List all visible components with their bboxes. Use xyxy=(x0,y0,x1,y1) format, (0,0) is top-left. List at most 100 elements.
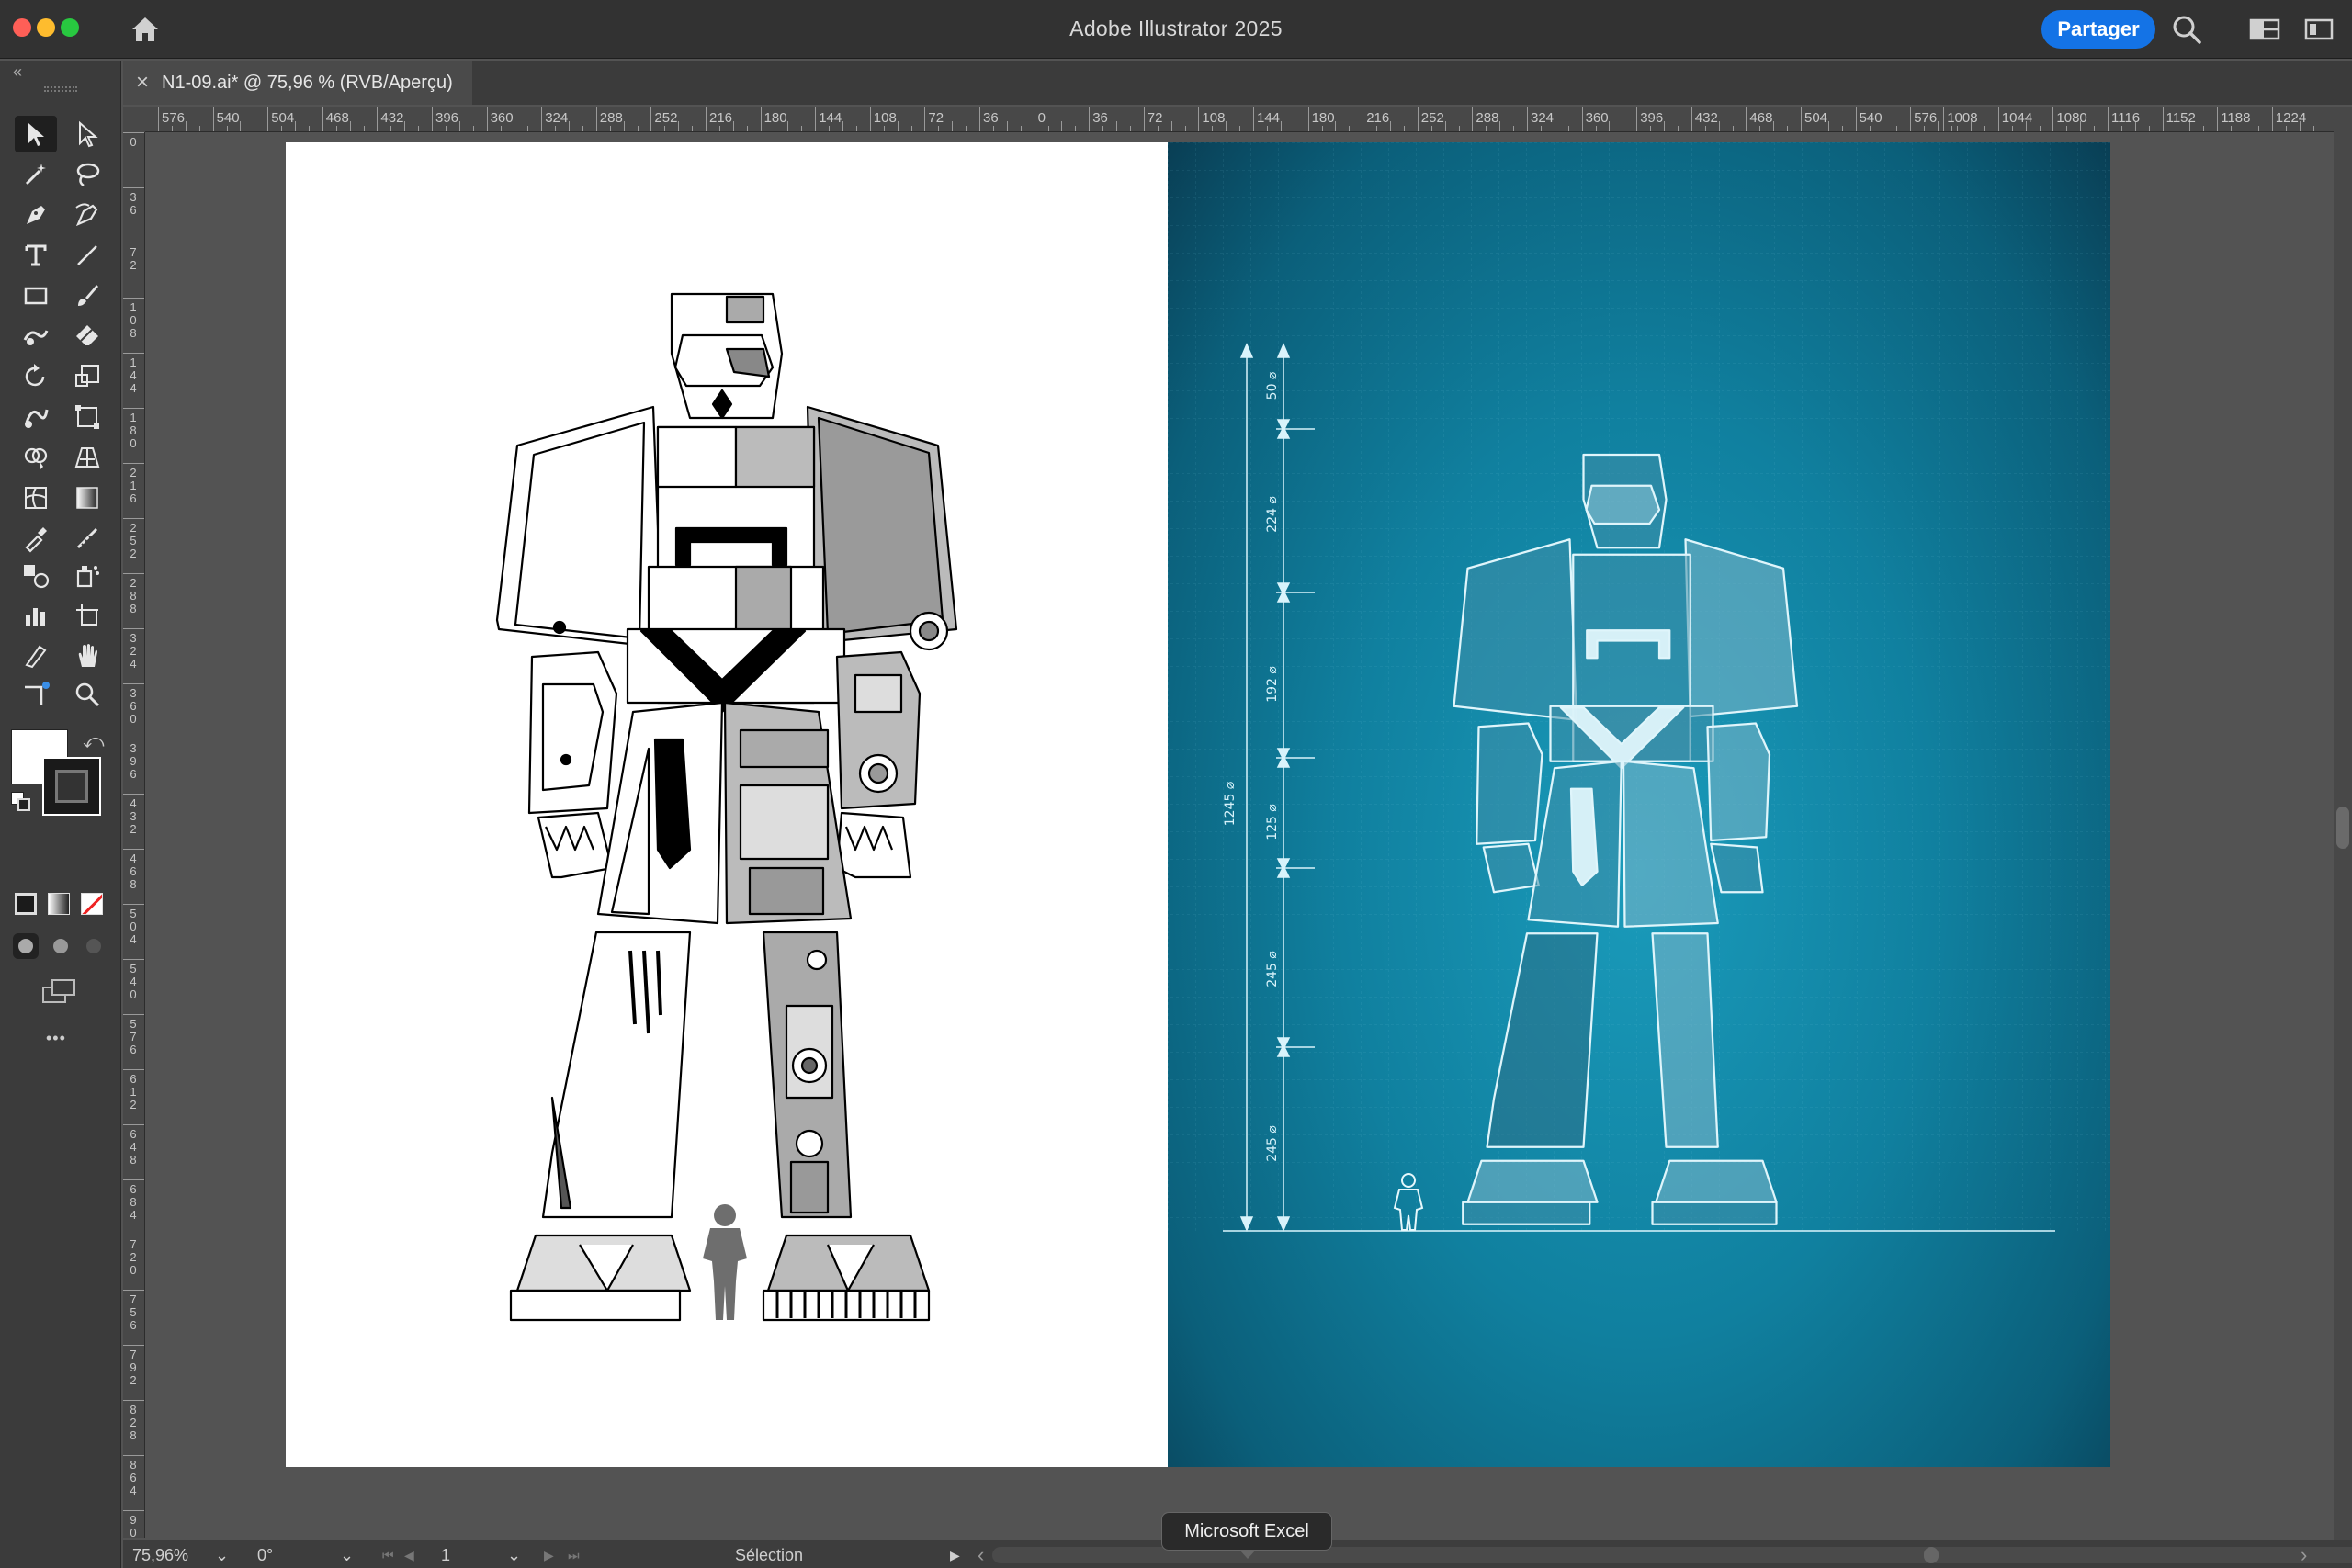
collapse-panel-icon[interactable]: « xyxy=(13,62,22,82)
rotation-dropdown-icon[interactable]: ⌄ xyxy=(340,1544,358,1566)
share-button[interactable]: Partager xyxy=(2041,10,2155,49)
dimension-segment-1: 50 ⌀ xyxy=(1265,371,1280,400)
next-artboard-icon[interactable]: ▶ xyxy=(544,1544,554,1566)
ruler-minor-tick xyxy=(1951,126,1952,131)
selection-tool-icon xyxy=(28,123,44,146)
vertical-ruler[interactable]: 0 36 72 108 144 180 216 252 288 324 360 396 432 468 50… xyxy=(123,132,145,1538)
ruler-tick-mark xyxy=(1997,107,1999,131)
stroke-swatch[interactable] xyxy=(42,757,101,816)
window-close-button[interactable] xyxy=(13,18,31,37)
ruler-tick-mark xyxy=(2108,107,2109,131)
window-minimize-button[interactable] xyxy=(37,18,55,37)
ruler-minor-tick xyxy=(226,126,228,131)
ruler-origin[interactable] xyxy=(123,107,145,132)
draw-behind-icon[interactable] xyxy=(48,933,74,959)
artboard-tool-button[interactable] xyxy=(66,597,108,634)
document-tab[interactable]: × N1-09.ai* @ 75,96 % (RVB/Aperçu) xyxy=(123,61,472,105)
blueprint-drawing: 1245 ⌀ 50 ⌀ 224 ⌀ 192 ⌀ 125 ⌀ 245 ⌀ 245 … xyxy=(1168,142,2110,1232)
ruler-minor-tick xyxy=(418,126,420,131)
measure-tool-button[interactable] xyxy=(66,520,108,557)
rotate-tool-button[interactable] xyxy=(15,358,57,395)
perspective-grid-tool-button[interactable] xyxy=(66,439,108,476)
gradient-tool-button[interactable] xyxy=(66,479,108,516)
blend-tool-button[interactable] xyxy=(15,557,57,593)
screen-mode-icon[interactable] xyxy=(42,979,77,1005)
scroll-right-icon[interactable]: › xyxy=(2301,1543,2307,1566)
curvature-tool-button[interactable] xyxy=(66,197,108,233)
workspace-switcher-button[interactable] xyxy=(2249,17,2280,42)
slice-tool-button[interactable] xyxy=(15,637,57,674)
canvas-area[interactable]: 1245 ⌀ 50 ⌀ 224 ⌀ 192 ⌀ 125 ⌀ 245 ⌀ 245 … xyxy=(145,132,2334,1538)
artboard-number-field[interactable]: 1 xyxy=(441,1544,514,1566)
ruler-tick-label: 576 xyxy=(162,110,186,126)
first-artboard-icon[interactable]: ⏮ xyxy=(382,1544,394,1566)
last-artboard-icon[interactable]: ⏭ xyxy=(568,1544,580,1566)
ruler-minor-tick xyxy=(1239,126,1241,131)
panel-grip[interactable] xyxy=(44,86,77,92)
mesh-tool-button[interactable] xyxy=(15,479,57,516)
ruler-minor-tick xyxy=(582,126,583,131)
ruler-tick-mark xyxy=(1307,107,1309,131)
ruler-tick-mark xyxy=(123,1069,144,1070)
hand-tool-button[interactable] xyxy=(66,637,108,674)
workspace-grid-icon xyxy=(2249,18,2280,40)
ruler-tick-mark xyxy=(1943,107,1945,131)
window-maximize-button[interactable] xyxy=(61,18,79,37)
type-tool-button[interactable] xyxy=(15,237,57,274)
warp-tool-button[interactable] xyxy=(15,399,57,435)
horizontal-scroll-thumb[interactable] xyxy=(1924,1547,1939,1563)
direct-selection-tool-icon xyxy=(79,120,98,148)
scroll-left-icon[interactable]: ‹ xyxy=(978,1543,984,1566)
lasso-tool-button[interactable] xyxy=(66,156,108,193)
ruler-tick-label: 468 xyxy=(1749,110,1773,126)
ruler-minor-tick xyxy=(1718,121,1720,131)
artboard-blueprint[interactable]: 1245 ⌀ 50 ⌀ 224 ⌀ 192 ⌀ 125 ⌀ 245 ⌀ 245 … xyxy=(1168,142,2110,1467)
ruler-minor-tick xyxy=(678,121,680,131)
ruler-minor-tick xyxy=(295,121,296,131)
zoom-tool-button[interactable] xyxy=(66,676,108,713)
vertical-scrollbar[interactable] xyxy=(2334,107,2352,1540)
rectangle-tool-button[interactable] xyxy=(15,277,57,314)
ruler-minor-tick xyxy=(1773,121,1775,131)
ruler-minor-tick xyxy=(1677,126,1679,131)
free-transform-tool-button[interactable] xyxy=(66,399,108,435)
previous-artboard-icon[interactable]: ◀ xyxy=(404,1544,414,1566)
status-menu-icon[interactable]: ▶ xyxy=(950,1544,960,1566)
ruler-tick-mark xyxy=(760,107,762,131)
color-mode-icon[interactable] xyxy=(15,893,37,915)
ruler-tick-mark xyxy=(1472,107,1474,131)
eyedropper-tool-button[interactable] xyxy=(15,520,57,557)
shape-builder-tool-button[interactable] xyxy=(15,439,57,476)
direct-selection-tool-button[interactable] xyxy=(66,116,108,152)
zoom-dropdown-icon[interactable]: ⌄ xyxy=(215,1544,233,1566)
eraser-tool-button[interactable] xyxy=(66,318,108,355)
symbol-sprayer-tool-button[interactable] xyxy=(66,557,108,593)
ruler-tick-mark xyxy=(123,959,144,960)
line-segment-tool-button[interactable] xyxy=(66,237,108,274)
tab-close-icon[interactable]: × xyxy=(123,70,162,96)
horizontal-ruler[interactable]: 576 540 504 468 432 396 360 324 288 252 216 180 144 1… xyxy=(123,107,2334,132)
draw-normal-icon[interactable] xyxy=(13,933,39,959)
search-button[interactable] xyxy=(2170,13,2205,46)
shaper-tool-button[interactable] xyxy=(15,318,57,355)
puppet-warp-tool-button[interactable] xyxy=(15,676,57,713)
selection-tool-button[interactable] xyxy=(15,116,57,152)
ruler-minor-tick xyxy=(842,121,843,131)
artboard-line-art[interactable] xyxy=(286,142,1168,1467)
swap-fill-stroke-icon[interactable]: ⤺ xyxy=(83,729,105,753)
scale-tool-button[interactable] xyxy=(66,358,108,395)
default-fill-stroke-icon[interactable] xyxy=(11,792,31,812)
gradient-mode-icon[interactable] xyxy=(48,893,70,915)
dimension-segment-3: 192 ⌀ xyxy=(1265,666,1280,703)
home-button[interactable] xyxy=(127,13,164,46)
vertical-scroll-thumb[interactable] xyxy=(2336,807,2349,849)
paintbrush-tool-button[interactable] xyxy=(66,277,108,314)
draw-inside-icon[interactable] xyxy=(81,933,107,959)
pen-tool-button[interactable] xyxy=(15,197,57,233)
more-tools-button[interactable]: ••• xyxy=(46,1029,66,1048)
artboard-dropdown-icon[interactable]: ⌄ xyxy=(507,1544,521,1566)
magic-wand-tool-button[interactable] xyxy=(15,156,57,193)
column-graph-tool-button[interactable] xyxy=(15,597,57,634)
panels-toggle-button[interactable] xyxy=(2304,17,2334,42)
none-mode-icon[interactable] xyxy=(81,893,103,915)
